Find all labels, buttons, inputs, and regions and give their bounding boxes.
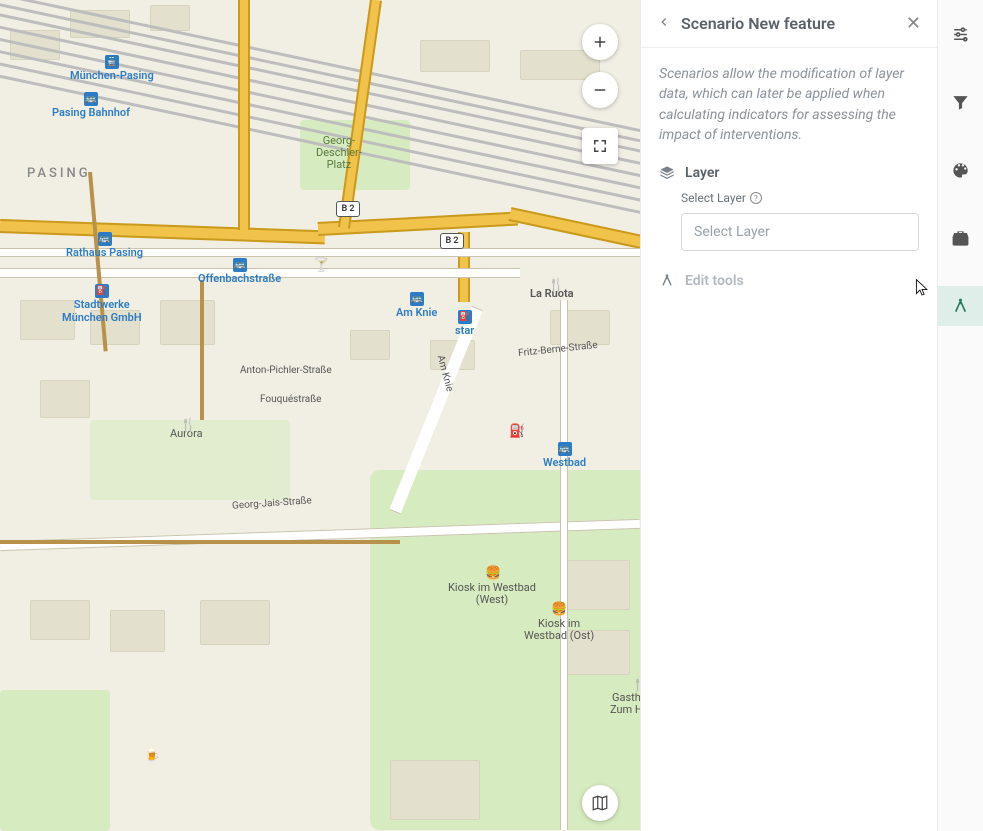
district-label-pasing: PASING (27, 166, 91, 181)
poi-star: ⛽star (455, 310, 474, 338)
section-layer-label: Layer (685, 165, 719, 181)
poi-stadtwerke: ⛽Stadtwerke München GmbH (62, 284, 142, 324)
label-kiosk-ost: Kiosk im Westbad (Ost) (524, 618, 594, 642)
scenario-panel: Scenario New feature ✕ Scenarios allow t… (640, 0, 938, 831)
road-shield-b2: B 2 (336, 201, 360, 217)
poi-offenbachstrasse: 🚌Offenbachstraße (198, 258, 281, 286)
poi-westbad: 🚌Westbad (543, 442, 586, 470)
zoom-in-button[interactable] (582, 24, 618, 60)
map-viewport[interactable]: B 2 B 2 🚆München-Pasing 🚌Pasing Bahnhof … (0, 0, 640, 831)
filter-icon (951, 93, 970, 112)
map-canvas: B 2 B 2 🚆München-Pasing 🚌Pasing Bahnhof … (0, 0, 640, 831)
section-edit-tools-label: Edit tools (685, 273, 744, 289)
tool-rail (938, 0, 983, 831)
label-gasthaus: Gasth Zum H (610, 692, 640, 716)
toolrail-settings[interactable] (938, 14, 983, 54)
street-fouque: Fouquéstraße (260, 394, 321, 405)
poi-pasing-bahnhof: 🚌Pasing Bahnhof (52, 92, 130, 120)
section-layer: Layer (659, 165, 919, 181)
select-layer-label: Select Layer ? (681, 191, 919, 205)
layer-select[interactable]: Select Layer (681, 213, 919, 251)
poi-rathaus-pasing: 🚌Rathaus Pasing (66, 232, 143, 260)
drafting-compass-icon (951, 297, 970, 316)
basemap-button[interactable] (582, 785, 618, 821)
palette-icon (951, 161, 970, 180)
street-anton-pichler: Anton-Pichler-Straße (240, 365, 332, 376)
poi-am-knie: 🚌Am Knie (396, 292, 437, 320)
panel-close-button[interactable]: ✕ (906, 13, 921, 34)
panel-description: Scenarios allow the modification of laye… (659, 64, 919, 145)
toolbox-icon (951, 229, 970, 248)
road-shield-b2: B 2 (440, 233, 464, 249)
panel-title: Scenario New feature (681, 14, 921, 33)
park-label-deschler: Georg- Deschler- Platz (316, 135, 362, 171)
toolrail-style[interactable] (938, 150, 983, 190)
section-edit-tools: Edit tools (659, 273, 919, 289)
toolrail-toolbox[interactable] (938, 218, 983, 258)
help-icon[interactable]: ? (750, 192, 762, 204)
drafting-compass-icon (659, 273, 675, 289)
label-kiosk-west: Kiosk im Westbad (West) (448, 582, 536, 606)
toolrail-scenario[interactable] (938, 286, 983, 326)
zoom-out-button[interactable] (582, 72, 618, 108)
poi-muenchen-pasing: 🚆München-Pasing (70, 55, 154, 83)
sliders-icon (951, 25, 970, 44)
panel-back-button[interactable] (657, 14, 671, 33)
toolrail-filter[interactable] (938, 82, 983, 122)
layers-icon (659, 165, 675, 181)
fullscreen-button[interactable] (582, 128, 618, 164)
